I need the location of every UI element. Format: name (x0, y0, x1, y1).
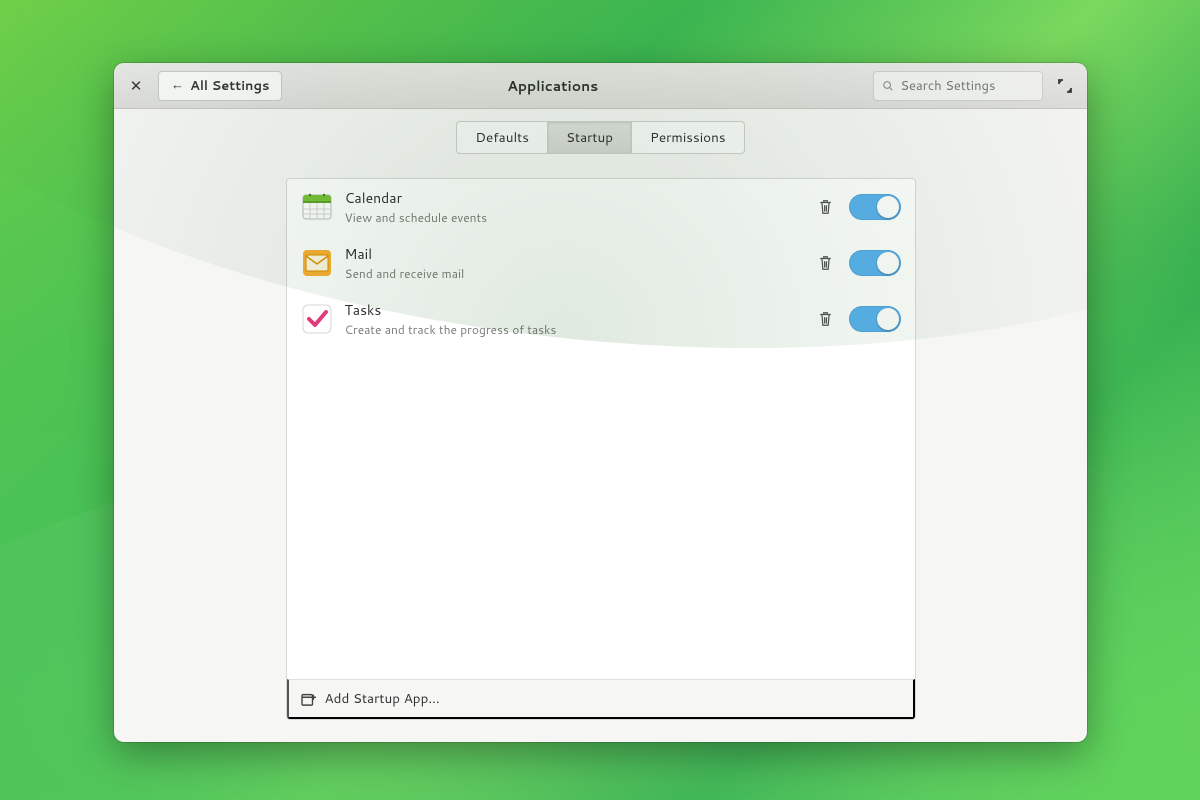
startup-app-list: Calendar View and schedule events (287, 179, 915, 679)
remove-app-button[interactable] (815, 252, 837, 274)
app-desc: Create and track the progress of tasks (345, 321, 803, 338)
trash-icon (818, 311, 833, 327)
app-name: Calendar (345, 188, 803, 208)
add-app-icon (301, 692, 317, 706)
expand-icon (1058, 79, 1072, 93)
all-settings-label: All Settings (190, 77, 269, 95)
remove-app-button[interactable] (815, 196, 837, 218)
add-startup-app-label: Add Startup App… (325, 689, 440, 708)
startup-app-row: Mail Send and receive mail (287, 235, 915, 291)
trash-icon (818, 199, 833, 215)
window-header: ✕ ← All Settings Applications (114, 63, 1087, 109)
startup-app-row: Calendar View and schedule events (287, 179, 915, 235)
trash-icon (818, 255, 833, 271)
app-name: Tasks (345, 300, 803, 320)
all-settings-button[interactable]: ← All Settings (158, 71, 282, 101)
close-icon: ✕ (130, 75, 143, 96)
tab-defaults[interactable]: Defaults (457, 122, 548, 153)
calendar-icon (301, 191, 333, 223)
add-startup-app-button[interactable]: Add Startup App… (287, 679, 915, 719)
app-toggle[interactable] (849, 194, 901, 220)
search-field[interactable] (873, 71, 1043, 101)
remove-app-button[interactable] (815, 308, 837, 330)
tasks-icon (301, 303, 333, 335)
close-button[interactable]: ✕ (122, 72, 150, 100)
app-toggle[interactable] (849, 306, 901, 332)
app-desc: View and schedule events (345, 209, 803, 226)
settings-window: ✕ ← All Settings Applications Defaults (114, 63, 1087, 742)
startup-app-row: Tasks Create and track the progress of t… (287, 291, 915, 347)
content-area: Defaults Startup Permissions (114, 109, 1087, 742)
startup-panel: Calendar View and schedule events (286, 178, 916, 720)
tab-permissions[interactable]: Permissions (632, 122, 744, 153)
tab-startup[interactable]: Startup (548, 122, 632, 153)
app-name: Mail (345, 244, 803, 264)
mail-icon (301, 247, 333, 279)
app-desc: Send and receive mail (345, 265, 803, 282)
back-arrow-icon: ← (171, 79, 184, 92)
maximize-button[interactable] (1051, 72, 1079, 100)
app-toggle[interactable] (849, 250, 901, 276)
window-title: Applications (240, 76, 865, 96)
search-input[interactable] (900, 77, 1034, 95)
search-icon (882, 79, 894, 93)
tabs: Defaults Startup Permissions (456, 121, 744, 154)
